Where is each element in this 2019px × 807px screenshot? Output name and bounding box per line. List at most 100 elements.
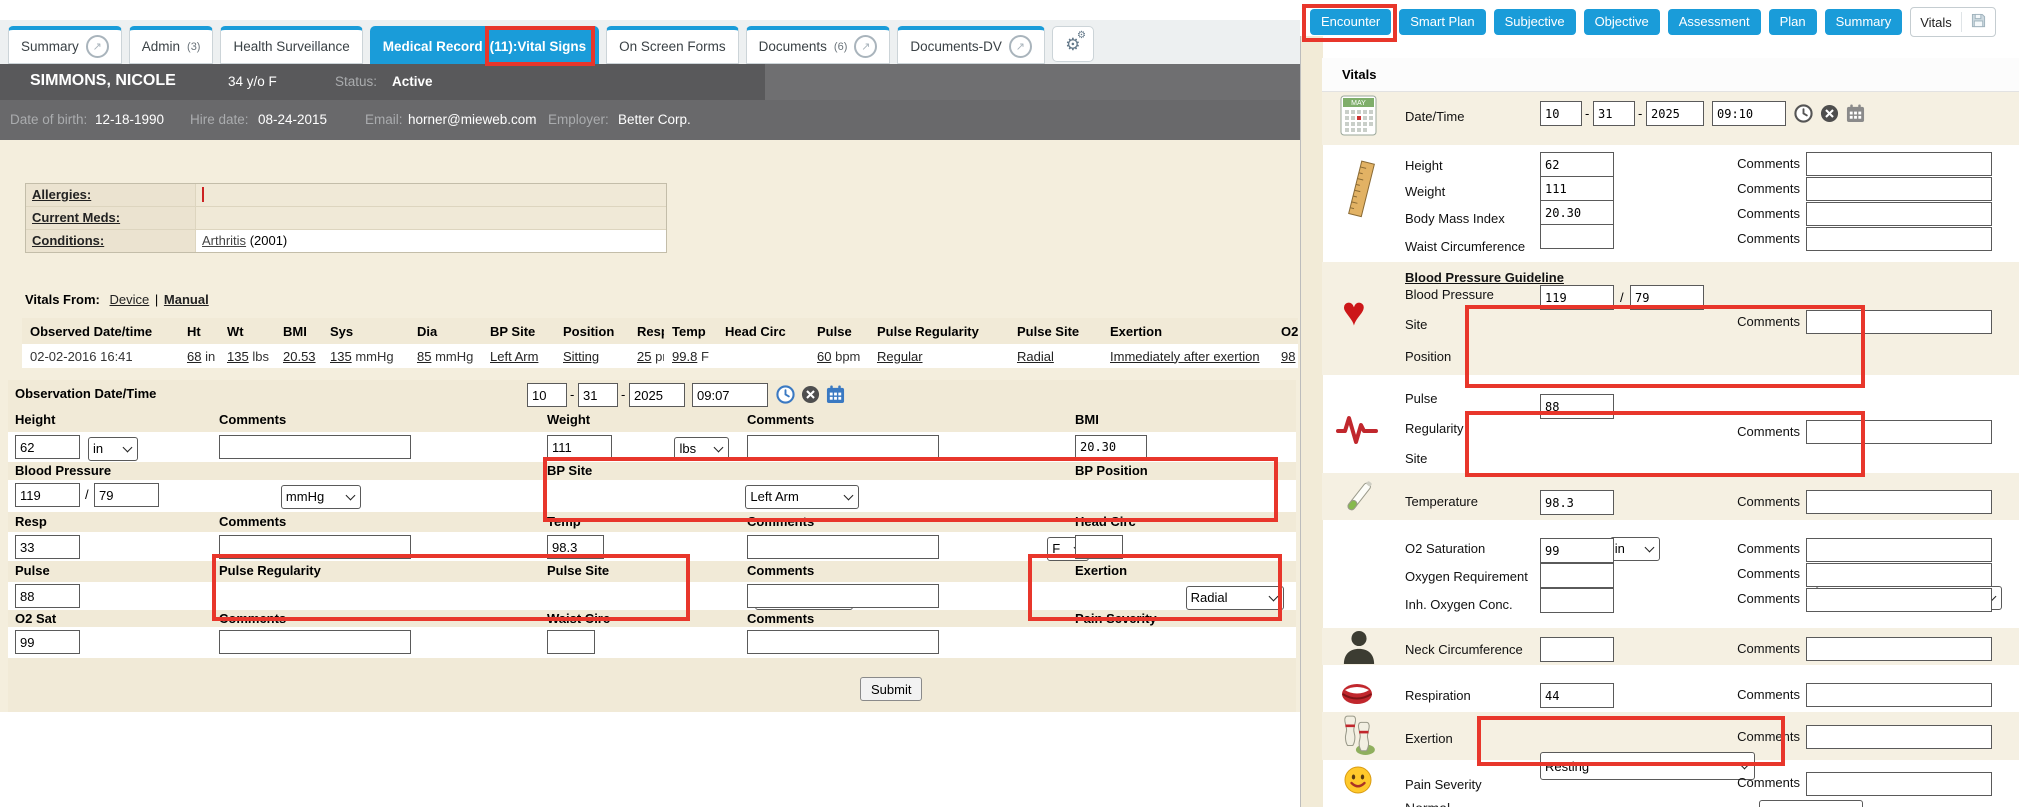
r-pain-select[interactable]: Select One: [1759, 800, 1863, 807]
current-meds-link[interactable]: Current Meds:: [26, 207, 196, 229]
r-weight-comments-input[interactable]: [1806, 177, 1992, 201]
position-link[interactable]: Sitting: [563, 349, 599, 364]
condition-arthritis-link[interactable]: Arthritis: [202, 233, 246, 248]
tab-plan[interactable]: Plan: [1769, 9, 1817, 35]
resp-comments-input[interactable]: [219, 535, 411, 559]
tab-documents[interactable]: Documents (6) ↗: [746, 26, 891, 64]
o2-sat-input[interactable]: [15, 630, 80, 654]
tab-smart-plan[interactable]: Smart Plan: [1399, 9, 1485, 35]
bp-site-select-el[interactable]: Left Arm: [745, 485, 859, 509]
r-bp-diastolic-input[interactable]: [1630, 285, 1704, 310]
pulse-site-select[interactable]: Radial: [1186, 586, 1284, 610]
tab-admin[interactable]: Admin (3): [129, 26, 214, 64]
r-bp-comments-input[interactable]: [1806, 310, 1992, 334]
r-waist-input[interactable]: [1540, 224, 1614, 249]
external-link-icon[interactable]: ↗: [86, 35, 109, 58]
r-pain-comments-input[interactable]: [1806, 772, 1992, 796]
r-o2-sat-input[interactable]: [1540, 538, 1614, 563]
clear-date-icon[interactable]: [1820, 104, 1839, 128]
head-circ-unit-select-el[interactable]: in: [1610, 537, 1660, 561]
r-neck-input[interactable]: [1540, 637, 1614, 662]
pulse-site-link[interactable]: Radial: [1017, 349, 1054, 364]
r-resp-input[interactable]: [1540, 683, 1614, 708]
o2-link[interactable]: 98: [1281, 349, 1295, 364]
waist-circ-input[interactable]: [547, 630, 595, 654]
r-o2-conc-input[interactable]: [1540, 588, 1614, 613]
r-weight-input[interactable]: [1540, 176, 1614, 201]
bmi-input[interactable]: [1075, 435, 1147, 459]
r-waist-comments-input[interactable]: [1806, 227, 1992, 251]
temp-comments-input[interactable]: [747, 535, 939, 559]
pulse-input[interactable]: [15, 584, 80, 608]
tab-summary-right[interactable]: Summary: [1825, 9, 1903, 35]
bp-site-link[interactable]: Left Arm: [490, 349, 538, 364]
r-time-input[interactable]: [1712, 101, 1786, 126]
r-temp-input[interactable]: [1540, 490, 1614, 515]
bp-guideline-link[interactable]: Blood Pressure Guideline: [1405, 270, 1564, 285]
r-pulse-comments-input[interactable]: [1806, 420, 1992, 444]
calendar-icon[interactable]: [1846, 104, 1865, 128]
tab-assessment[interactable]: Assessment: [1668, 9, 1761, 35]
r-month-input[interactable]: [1540, 101, 1582, 126]
bp-site-select[interactable]: Left Arm: [745, 485, 859, 509]
weight-comments-input[interactable]: [747, 435, 939, 459]
tab-summary[interactable]: Summary ↗: [8, 26, 122, 64]
r-year-input[interactable]: [1646, 101, 1704, 126]
settings-button[interactable]: ⚙ ⚙: [1052, 26, 1094, 62]
clear-date-icon[interactable]: [801, 385, 820, 409]
r-pulse-input[interactable]: [1540, 394, 1614, 419]
r-neck-comments-input[interactable]: [1806, 637, 1992, 661]
tab-documents-dv[interactable]: Documents-DV ↗: [897, 26, 1045, 64]
tab-vitals[interactable]: Vitals: [1910, 7, 1996, 37]
r-temp-comments-input[interactable]: [1806, 490, 1992, 514]
pulse-comments-input[interactable]: [747, 584, 939, 608]
r-bmi-comments-input[interactable]: [1806, 202, 1992, 226]
pulse-site-select-el[interactable]: Radial: [1186, 586, 1284, 610]
weight-unit-select[interactable]: lbs: [674, 437, 729, 461]
height-input[interactable]: [15, 435, 80, 459]
device-link[interactable]: Device: [110, 292, 150, 307]
tab-on-screen-forms[interactable]: On Screen Forms: [606, 26, 739, 64]
r-day-input[interactable]: [1593, 101, 1635, 126]
ht-link[interactable]: 68: [187, 349, 201, 364]
tab-objective[interactable]: Objective: [1584, 9, 1660, 35]
bp-diastolic-input[interactable]: [94, 483, 159, 507]
obs-time-input[interactable]: [692, 383, 768, 407]
head-circ-input[interactable]: [1075, 535, 1123, 559]
pulse-link[interactable]: 60: [817, 349, 831, 364]
r-o2-sat-comments-input[interactable]: [1806, 538, 1992, 562]
resp-link[interactable]: 25: [637, 349, 651, 364]
obs-month-input[interactable]: [527, 383, 567, 407]
pulse-reg-link[interactable]: Regular: [877, 349, 923, 364]
calendar-icon[interactable]: [826, 385, 845, 409]
temp-link[interactable]: 99.8: [672, 349, 697, 364]
r-o2-req-input[interactable]: [1540, 563, 1614, 588]
temp-input[interactable]: [547, 535, 604, 559]
obs-year-input[interactable]: [629, 383, 685, 407]
r-o2-conc-comments-input[interactable]: [1806, 588, 1992, 612]
r-exertion-comments-input[interactable]: [1806, 725, 1992, 749]
obs-day-input[interactable]: [578, 383, 618, 407]
submit-button[interactable]: Submit: [860, 677, 922, 701]
tab-encounter[interactable]: Encounter: [1310, 9, 1391, 35]
clock-icon[interactable]: [776, 385, 795, 409]
r-resp-comments-input[interactable]: [1806, 683, 1992, 707]
tab-medical-record-vital-signs[interactable]: Medical Record (11):Vital Signs: [370, 26, 599, 64]
resp-input[interactable]: [15, 535, 80, 559]
clock-icon[interactable]: [1794, 104, 1813, 128]
dia-link[interactable]: 85: [417, 349, 431, 364]
exertion-link[interactable]: Immediately after exertion: [1110, 349, 1260, 364]
head-circ-unit-select[interactable]: in: [1610, 537, 1660, 561]
weight-input[interactable]: [547, 435, 612, 459]
tab-health-surveillance[interactable]: Health Surveillance: [220, 26, 362, 64]
bmi-link[interactable]: 20.53: [283, 349, 316, 364]
wt-link[interactable]: 135: [227, 349, 249, 364]
o2-comments-input[interactable]: [219, 630, 411, 654]
calendar-month-icon[interactable]: MAY: [1340, 95, 1378, 142]
waist-comments-input[interactable]: [747, 630, 939, 654]
external-link-icon[interactable]: ↗: [1009, 35, 1032, 58]
save-icon[interactable]: [1971, 13, 1986, 31]
r-pain-select-el[interactable]: Select One: [1759, 800, 1863, 807]
bp-unit-select[interactable]: mmHg: [281, 485, 361, 509]
tab-subjective[interactable]: Subjective: [1494, 9, 1576, 35]
